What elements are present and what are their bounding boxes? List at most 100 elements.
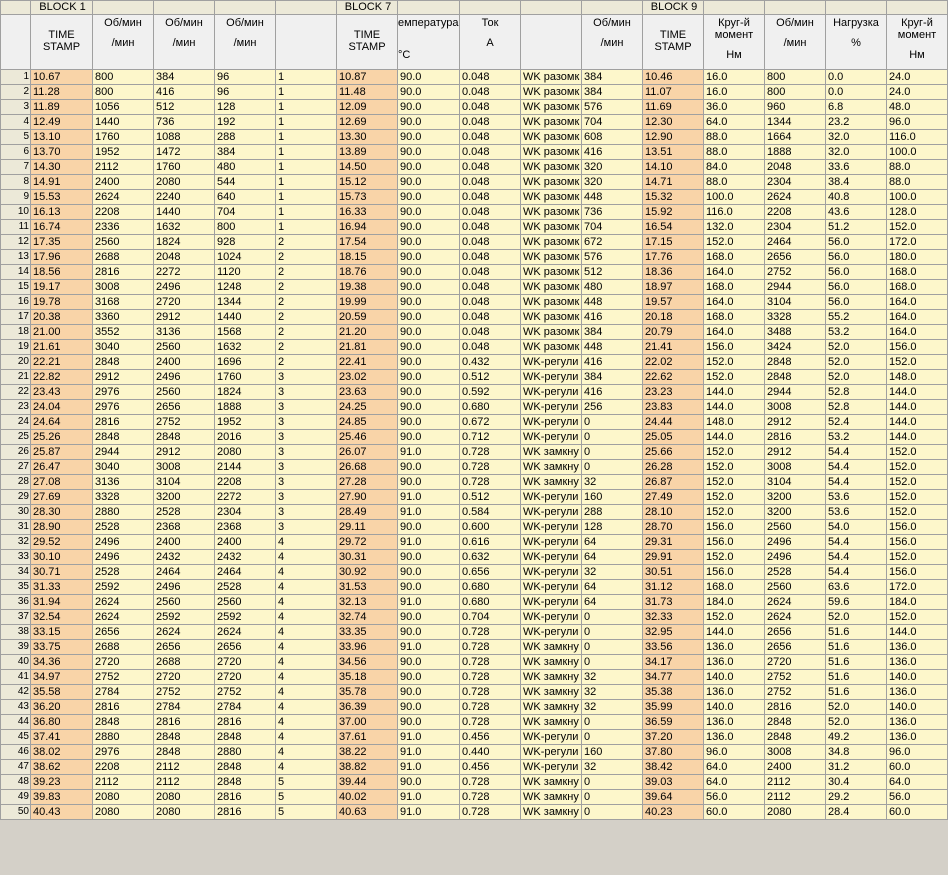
table-cell[interactable]: 2816 (92, 699, 154, 715)
table-cell[interactable]: 2016 (214, 429, 276, 445)
table-cell[interactable]: 31.33 (30, 579, 93, 595)
table-cell[interactable]: 136.0 (886, 714, 948, 730)
table-cell[interactable]: 2528 (153, 504, 215, 520)
table-cell[interactable]: 2464 (153, 564, 215, 580)
table-cell[interactable]: 320 (581, 174, 643, 190)
table-cell[interactable]: 19.78 (30, 294, 93, 310)
table-cell[interactable]: WK замкну (520, 444, 582, 460)
table-cell[interactable]: 13.10 (30, 129, 93, 145)
table-cell[interactable]: 672 (581, 234, 643, 250)
table-cell[interactable]: WK-регули (520, 729, 582, 745)
table-cell[interactable]: 90.0 (397, 84, 460, 100)
table-cell[interactable]: 172.0 (886, 579, 948, 595)
table-cell[interactable]: 2400 (153, 534, 215, 550)
table-cell[interactable]: 2528 (214, 579, 276, 595)
table-cell[interactable]: 21.00 (30, 324, 93, 340)
table-cell[interactable]: 2816 (214, 714, 276, 730)
table-cell[interactable]: 2592 (153, 609, 215, 625)
table-cell[interactable]: 2624 (214, 624, 276, 640)
table-cell[interactable]: 4 (275, 684, 337, 700)
table-cell[interactable]: 2496 (153, 279, 215, 295)
table-cell[interactable]: 27.49 (642, 489, 704, 505)
table-cell[interactable]: 160 (581, 489, 643, 505)
row-number[interactable]: 36 (0, 594, 31, 610)
table-cell[interactable]: 0.728 (459, 789, 521, 805)
table-cell[interactable]: 91.0 (397, 444, 460, 460)
table-cell[interactable]: 0.048 (459, 279, 521, 295)
table-cell[interactable]: 156.0 (703, 519, 765, 535)
table-cell[interactable]: 90.0 (397, 99, 460, 115)
table-cell[interactable]: 11.07 (642, 84, 704, 100)
table-cell[interactable]: 52.8 (825, 399, 887, 415)
table-cell[interactable]: 0.048 (459, 294, 521, 310)
table-cell[interactable]: 168.0 (886, 264, 948, 280)
table-cell[interactable]: 116.0 (886, 129, 948, 145)
table-cell[interactable]: 156.0 (886, 534, 948, 550)
table-cell[interactable]: 544 (214, 174, 276, 190)
table-cell[interactable]: 1440 (92, 114, 154, 130)
table-cell[interactable]: 1 (275, 99, 337, 115)
table-cell[interactable]: 800 (92, 69, 154, 85)
table-cell[interactable]: 31.94 (30, 594, 93, 610)
table-cell[interactable]: 5 (275, 789, 337, 805)
table-cell[interactable]: 90.0 (397, 219, 460, 235)
table-cell[interactable]: 2656 (153, 399, 215, 415)
table-cell[interactable]: 416 (581, 309, 643, 325)
table-cell[interactable]: 172.0 (886, 234, 948, 250)
table-cell[interactable]: 64 (581, 594, 643, 610)
table-cell[interactable]: 2944 (92, 444, 154, 460)
table-cell[interactable]: WK разомк (520, 159, 582, 175)
table-cell[interactable]: 2848 (764, 729, 826, 745)
table-cell[interactable]: 1632 (214, 339, 276, 355)
table-cell[interactable]: 2624 (153, 624, 215, 640)
table-cell[interactable]: 164.0 (703, 324, 765, 340)
table-cell[interactable]: 24.0 (886, 69, 948, 85)
table-cell[interactable]: 1664 (764, 129, 826, 145)
table-cell[interactable]: 2112 (764, 774, 826, 790)
table-cell[interactable]: 2784 (153, 699, 215, 715)
table-cell[interactable]: 11.48 (336, 84, 398, 100)
table-cell[interactable]: 704 (214, 204, 276, 220)
table-cell[interactable]: 21.41 (642, 339, 704, 355)
table-cell[interactable]: 1344 (764, 114, 826, 130)
table-cell[interactable]: 0.728 (459, 474, 521, 490)
table-cell[interactable]: 2560 (764, 579, 826, 595)
table-cell[interactable]: 152.0 (703, 474, 765, 490)
table-cell[interactable]: 2656 (764, 249, 826, 265)
table-cell[interactable]: 16.33 (336, 204, 398, 220)
table-cell[interactable]: 0.048 (459, 129, 521, 145)
table-cell[interactable]: WK-регули (520, 744, 582, 760)
table-cell[interactable]: 15.53 (30, 189, 93, 205)
table-cell[interactable]: 800 (764, 84, 826, 100)
table-cell[interactable]: 33.56 (642, 639, 704, 655)
row-number[interactable]: 22 (0, 384, 31, 400)
table-cell[interactable]: 3008 (764, 459, 826, 475)
table-cell[interactable]: 140.0 (703, 669, 765, 685)
table-cell[interactable]: 0.0 (825, 84, 887, 100)
table-cell[interactable]: 152.0 (703, 369, 765, 385)
table-cell[interactable]: 2208 (92, 759, 154, 775)
table-cell[interactable]: 2816 (92, 264, 154, 280)
table-cell[interactable]: 34.8 (825, 744, 887, 760)
table-cell[interactable]: 184.0 (703, 594, 765, 610)
table-cell[interactable]: 0 (581, 609, 643, 625)
table-cell[interactable]: WK-регули (520, 414, 582, 430)
row-number[interactable]: 7 (0, 159, 31, 175)
table-cell[interactable]: 1568 (214, 324, 276, 340)
table-cell[interactable]: 0.048 (459, 84, 521, 100)
table-cell[interactable]: 152.0 (703, 354, 765, 370)
table-cell[interactable]: 0.656 (459, 564, 521, 580)
table-cell[interactable]: 32.0 (825, 129, 887, 145)
table-cell[interactable]: 152.0 (703, 549, 765, 565)
table-cell[interactable]: 90.0 (397, 354, 460, 370)
table-cell[interactable]: 2976 (92, 744, 154, 760)
table-cell[interactable]: 51.6 (825, 624, 887, 640)
table-cell[interactable]: 2496 (764, 534, 826, 550)
table-cell[interactable]: 156.0 (886, 519, 948, 535)
table-cell[interactable]: 2720 (153, 669, 215, 685)
table-cell[interactable]: 256 (581, 399, 643, 415)
table-cell[interactable]: 384 (581, 84, 643, 100)
row-number[interactable]: 16 (0, 294, 31, 310)
table-cell[interactable]: 136.0 (703, 654, 765, 670)
table-cell[interactable]: 2848 (153, 429, 215, 445)
